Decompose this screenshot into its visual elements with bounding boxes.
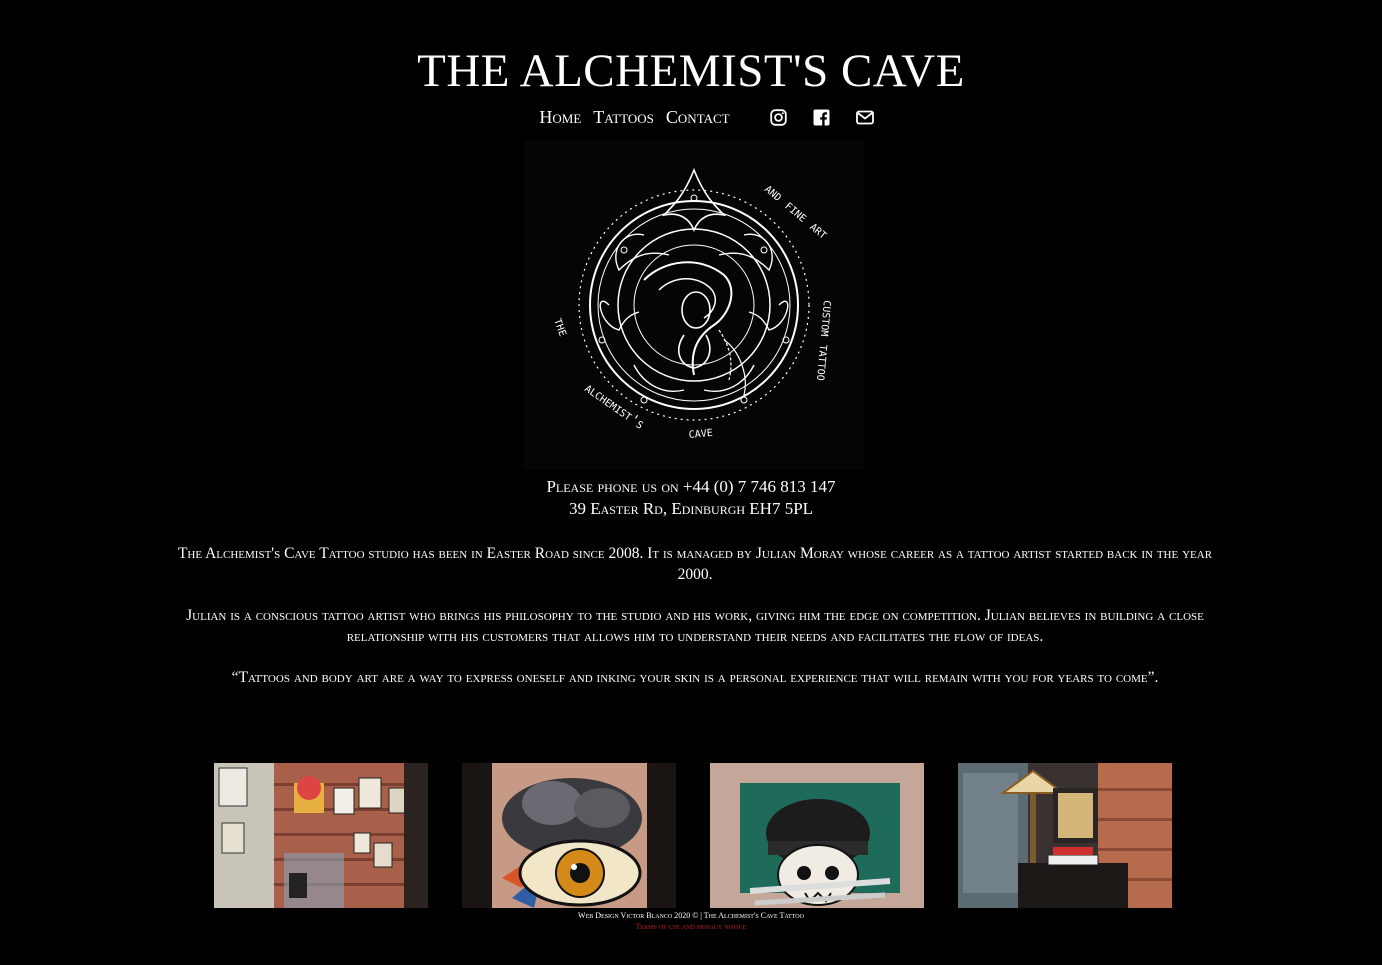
nav-links: Home Tattoos Contact	[539, 107, 729, 128]
about-quote: “Tattoos and body art are a way to expre…	[231, 669, 1159, 686]
about-paragraph-2: Julian is a conscious tattoo artist who …	[186, 607, 1204, 645]
address-line: 39 Easter Rd, Edinburgh EH7 5PL	[568, 499, 814, 518]
svg-text:cave: cave	[688, 424, 713, 442]
about-section: The Alchemist's Cave Tattoo studio has b…	[175, 543, 1215, 708]
main-nav: Home Tattoos Contact	[0, 103, 1382, 131]
envelope-icon[interactable]	[855, 109, 874, 126]
nav-link-contact[interactable]: Contact	[666, 107, 730, 128]
gallery-image-skull-tattoo[interactable]	[710, 763, 924, 908]
facebook-icon[interactable]	[813, 109, 830, 126]
terms-link[interactable]: Terms of use and privacy notice	[636, 922, 747, 931]
instagram-icon[interactable]	[769, 108, 787, 126]
page-footer: Web Design Victor Blanco 2020 © | The Al…	[0, 910, 1382, 932]
photo-gallery	[214, 763, 1172, 908]
svg-text:and fine art: and fine art	[761, 181, 830, 243]
svg-text:custom tattoo: custom tattoo	[813, 300, 836, 382]
footer-credit: Web Design Victor Blanco 2020 © | The Al…	[578, 911, 804, 920]
nav-link-tattoos[interactable]: Tattoos	[593, 107, 654, 128]
nav-link-home[interactable]: Home	[539, 107, 581, 128]
gallery-image-studio-interior[interactable]	[214, 763, 428, 908]
gallery-image-studio-lamp[interactable]	[958, 763, 1172, 908]
social-icons	[769, 108, 874, 126]
phone-line: Please phone us on +44 (0) 7 746 813 147	[546, 477, 836, 496]
site-title: THE ALCHEMIST'S CAVE	[417, 45, 965, 97]
contact-info: Please phone us on +44 (0) 7 746 813 147…	[0, 476, 1382, 520]
studio-logo: the alchemist's cave custom tattoo and f…	[524, 140, 864, 470]
svg-text:alchemist's: alchemist's	[582, 380, 647, 432]
svg-text:the: the	[550, 316, 571, 338]
about-paragraph-1: The Alchemist's Cave Tattoo studio has b…	[177, 545, 1213, 583]
gallery-image-eye-tattoo[interactable]	[462, 763, 676, 908]
